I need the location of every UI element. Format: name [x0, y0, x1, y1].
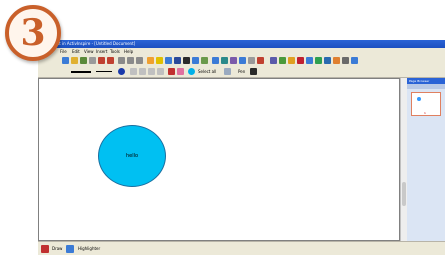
select-all-label[interactable]: Select all	[198, 66, 216, 77]
calculator-icon[interactable]	[333, 57, 340, 64]
table-icon[interactable]	[221, 57, 228, 64]
check-icon[interactable]	[315, 57, 322, 64]
link-icon[interactable]	[248, 57, 255, 64]
menu-view[interactable]: View	[84, 48, 94, 55]
page-thumbnail[interactable]: 1	[411, 92, 441, 116]
fill-icon[interactable]	[288, 57, 295, 64]
tools-icon[interactable]	[306, 57, 313, 64]
pen-status-icon[interactable]	[66, 245, 74, 253]
pen-icon[interactable]	[147, 57, 154, 64]
redo-icon[interactable]	[107, 57, 114, 64]
status-draw[interactable]: Draw	[52, 242, 62, 255]
bold-icon[interactable]	[139, 68, 146, 75]
cut-icon[interactable]	[118, 57, 125, 64]
zoom-icon[interactable]	[270, 57, 277, 64]
open-icon[interactable]	[71, 57, 78, 64]
font-icon[interactable]	[130, 68, 137, 75]
underline-icon[interactable]	[157, 68, 164, 75]
line-style-picker[interactable]	[96, 71, 112, 72]
vertical-scrollbar[interactable]	[400, 78, 407, 241]
eraser-icon[interactable]	[165, 57, 172, 64]
image-icon[interactable]	[230, 57, 237, 64]
pen-tool-icon[interactable]	[250, 68, 257, 75]
status-bar: Draw Highlighter	[38, 241, 445, 255]
text-icon[interactable]	[174, 57, 181, 64]
color-icon[interactable]	[279, 57, 286, 64]
grid-icon[interactable]	[212, 57, 219, 64]
media-icon[interactable]	[239, 57, 246, 64]
italic-icon[interactable]	[148, 68, 155, 75]
fill-color-icon[interactable]	[168, 68, 175, 75]
highlight-color-icon[interactable]	[177, 68, 184, 75]
undo-icon[interactable]	[98, 57, 105, 64]
menu-tools[interactable]: Tools	[110, 48, 120, 55]
draw-tool-icon[interactable]	[41, 245, 49, 253]
page-browser-panel: Page Browser 1	[407, 78, 445, 241]
color-picker-icon[interactable]	[118, 68, 125, 75]
paste-icon[interactable]	[136, 57, 143, 64]
menu-insert[interactable]: Insert	[96, 48, 107, 55]
panel-tabs[interactable]	[407, 84, 445, 89]
ellipse-label: hello	[125, 153, 139, 159]
shape-icon[interactable]	[201, 57, 208, 64]
thumbnail-shape	[417, 97, 421, 101]
settings-icon[interactable]	[342, 57, 349, 64]
new-icon[interactable]	[62, 57, 69, 64]
shape-color-icon[interactable]	[188, 68, 195, 75]
menu-edit[interactable]: Edit	[72, 48, 80, 55]
copy-icon[interactable]	[127, 57, 134, 64]
highlighter-icon[interactable]	[156, 57, 163, 64]
globe-icon[interactable]	[324, 57, 331, 64]
pen-label[interactable]: Pen	[238, 66, 245, 77]
menu-help[interactable]: Help	[124, 48, 133, 55]
format-toolbar: Select all Pen	[38, 66, 445, 78]
menu-file[interactable]: File	[60, 48, 67, 55]
ellipse-shape[interactable]: hello	[98, 125, 166, 187]
spotlight-icon[interactable]	[257, 57, 264, 64]
transparency-icon[interactable]	[224, 68, 231, 75]
step-number: 3	[20, 12, 46, 54]
print-icon[interactable]	[89, 57, 96, 64]
step-number-badge: 3	[5, 5, 61, 61]
save-icon[interactable]	[80, 57, 87, 64]
help-icon[interactable]	[351, 57, 358, 64]
status-highlighter[interactable]: Highlighter	[78, 242, 100, 255]
page-number: 1	[424, 111, 426, 115]
title-bar: Document in ActivInspire - [Untitled Doc…	[38, 40, 445, 48]
scrollbar-thumb[interactable]	[402, 182, 406, 206]
connector-icon[interactable]	[192, 57, 199, 64]
menu-bar: File Edit View Insert Tools Help	[38, 48, 445, 55]
flag-icon[interactable]	[297, 57, 304, 64]
line-icon[interactable]	[183, 57, 190, 64]
line-width-picker[interactable]	[71, 71, 91, 73]
flipchart-canvas[interactable]	[38, 78, 400, 241]
